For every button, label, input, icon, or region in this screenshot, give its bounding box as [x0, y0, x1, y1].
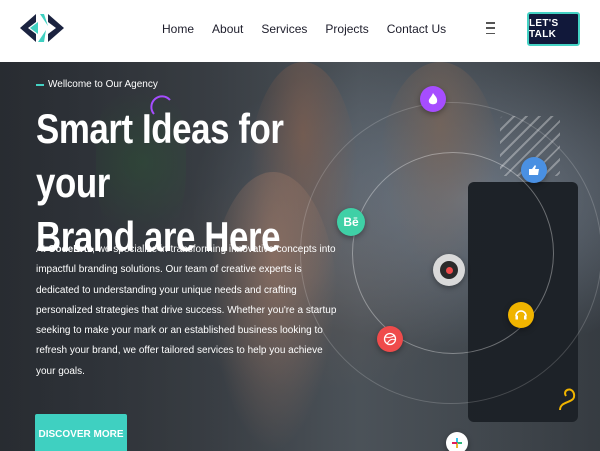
paragraph-prefix: At — [36, 244, 49, 255]
nav-home[interactable]: Home — [162, 22, 194, 36]
company-name: CodeErtz — [48, 244, 93, 255]
nav-about[interactable]: About — [212, 22, 243, 36]
headset-icon — [508, 302, 534, 328]
eyebrow-line — [36, 83, 44, 86]
main-nav: Home About Services Projects Contact Us — [162, 22, 464, 36]
behance-icon: Bē — [337, 208, 365, 236]
logo-icon[interactable] — [18, 12, 66, 44]
behance-text: Bē — [343, 215, 359, 229]
nav-services[interactable]: Services — [261, 22, 307, 36]
hero-paragraph: At CodeErtz, we specialize in transformi… — [36, 240, 342, 382]
nav-projects[interactable]: Projects — [325, 22, 368, 36]
eyebrow-text: Wellcome to Our Agency — [48, 79, 158, 90]
headline-line-1: Smart Ideas for your — [36, 105, 284, 206]
flame-icon — [420, 86, 446, 112]
dribbble-icon — [377, 326, 403, 352]
thumbs-up-icon — [521, 157, 547, 183]
paragraph-body: , we specialize in transforming innovati… — [36, 244, 337, 377]
lets-talk-button[interactable]: LET'S TALK — [527, 12, 580, 46]
record-icon — [433, 254, 465, 286]
hamburger-menu-icon[interactable] — [486, 22, 495, 34]
hero-eyebrow: Wellcome to Our Agency — [36, 79, 158, 90]
swirl-decoration-icon — [556, 384, 582, 414]
slack-icon — [446, 432, 468, 451]
site-header: Home About Services Projects Contact Us … — [0, 0, 600, 62]
discover-more-button[interactable]: DISCOVER MORE — [35, 414, 127, 451]
nav-contact-us[interactable]: Contact Us — [387, 22, 446, 36]
hero-section: Bē Wellcome to Our Agency Smart Ideas fo… — [0, 62, 600, 451]
